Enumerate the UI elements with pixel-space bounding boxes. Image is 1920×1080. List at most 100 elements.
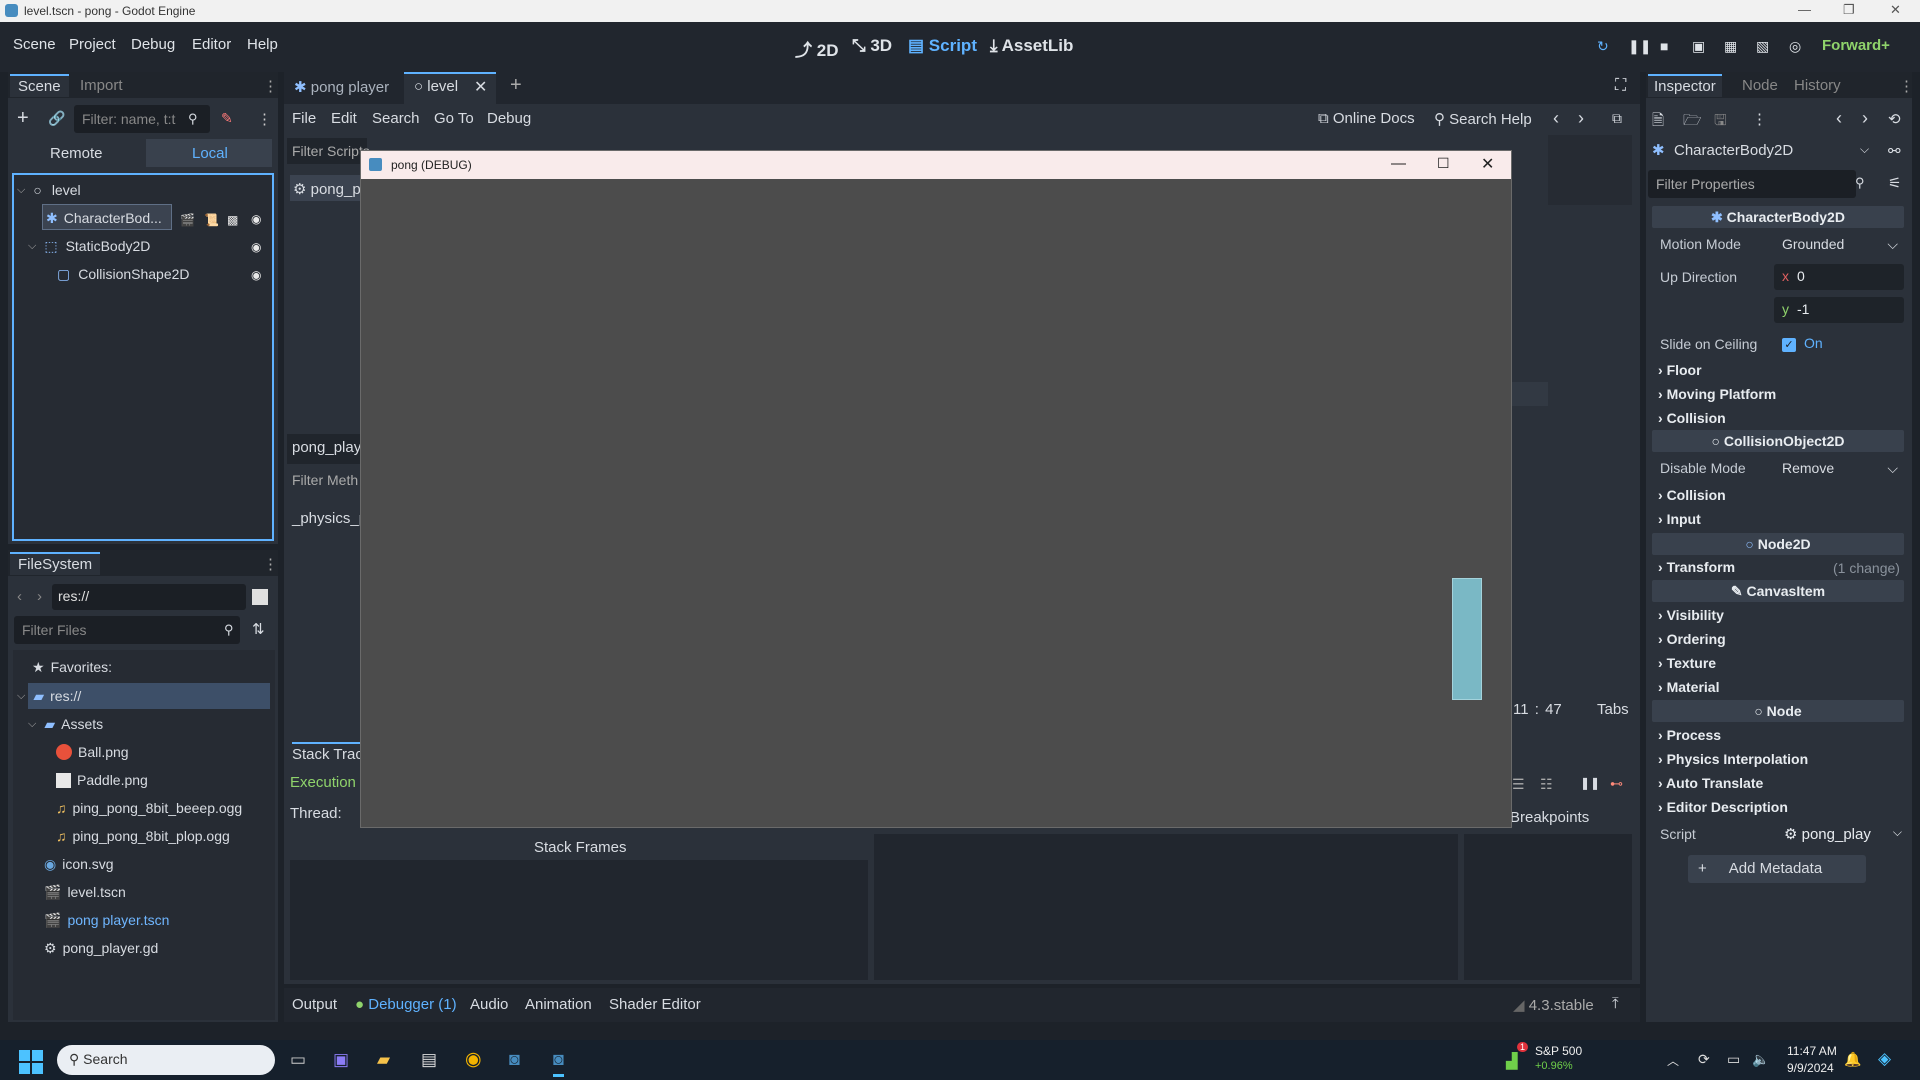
tab-inspector[interactable]: Inspector <box>1648 74 1722 97</box>
step-icon[interactable]: ☰ <box>1512 776 1525 793</box>
workspace-3d-button[interactable]: ⤡ 3D <box>852 36 892 56</box>
chevron-down-icon[interactable]: ⌵ <box>1860 142 1869 157</box>
method-item[interactable]: _physics_p <box>292 510 367 527</box>
step-over-icon[interactable]: ☷ <box>1540 776 1553 793</box>
attach-script-icon[interactable]: ✎ <box>221 110 233 127</box>
group-floor[interactable]: › Floor <box>1658 362 1702 378</box>
list-item-pong-player-gd[interactable]: ⚙ pong_player.gd <box>44 936 158 960</box>
godot-game-taskbar-icon[interactable]: ◙ <box>553 1049 564 1077</box>
workspace-script-button[interactable]: ▤ Script <box>908 36 977 56</box>
group-collision-2[interactable]: › Collision <box>1658 487 1726 503</box>
clock-date[interactable]: 9/9/2024 <box>1787 1061 1834 1075</box>
up-direction-x-field[interactable]: x0 <box>1774 264 1904 290</box>
list-item-res[interactable]: ⌵ ▰ res:// <box>17 684 81 708</box>
list-item-level[interactable]: 🎬 level.tscn <box>44 880 126 904</box>
group-process[interactable]: › Process <box>1658 727 1721 743</box>
property-tools-icon[interactable]: ⚟ <box>1888 174 1901 192</box>
minimap[interactable] <box>1548 135 1632 205</box>
pause-icon[interactable]: ❚❚ <box>1628 38 1651 55</box>
path-field[interactable]: res:// <box>52 584 246 610</box>
split-mode-icon[interactable] <box>252 589 268 605</box>
tray-chevron-icon[interactable]: ︿ <box>1667 1052 1679 1069</box>
list-item-audio-beeep[interactable]: ♫ ping_pong_8bit_beeep.ogg <box>56 796 242 820</box>
script-field[interactable]: ⚙ pong_play ⌵ <box>1780 822 1904 848</box>
menu-editor[interactable]: Editor <box>192 36 231 53</box>
tab-filesystem[interactable]: FileSystem <box>10 552 101 575</box>
group-physics-interpolation[interactable]: › Physics Interpolation <box>1658 751 1808 767</box>
clock-time[interactable]: 11:47 AM <box>1787 1044 1837 1058</box>
visibility-eye-icon[interactable]: ◉ <box>251 268 261 282</box>
visibility-eye-icon[interactable]: ◉ <box>251 240 261 254</box>
script-list-item[interactable]: ⚙ pong_p <box>293 180 361 198</box>
expand-chevron-icon[interactable]: ⌵ <box>17 690 25 703</box>
dock-menu-icon[interactable]: ⋮ <box>1899 77 1914 95</box>
tree-row-staticbody[interactable]: ⌵ ⬚ StaticBody2D <box>28 234 150 258</box>
list-item-assets[interactable]: ⌵ ▰ Assets <box>28 712 103 736</box>
tab-pong-player[interactable]: ✱ pong player <box>294 78 389 96</box>
sort-icon[interactable]: ⇅ <box>252 620 265 638</box>
tree-row-level[interactable]: ⌵ ○ level <box>17 178 81 202</box>
script-menu-goto[interactable]: Go To <box>434 110 474 127</box>
float-window-icon[interactable]: ⧉ <box>1612 110 1622 127</box>
dock-menu-icon[interactable]: ⋮ <box>263 77 278 95</box>
game-debug-window[interactable]: pong (DEBUG) — ☐ ✕ <box>360 150 1512 828</box>
history-back-icon[interactable]: ‹ <box>1836 108 1842 129</box>
search-help-button[interactable]: ⚲ Search Help <box>1434 110 1532 128</box>
disable-mode-select[interactable]: Remove ⌵ <box>1774 456 1904 482</box>
game-close-button[interactable]: ✕ <box>1481 154 1494 174</box>
file-explorer-icon[interactable]: ▰ <box>377 1050 390 1070</box>
minimize-button[interactable]: — <box>1798 2 1811 17</box>
indent-mode[interactable]: Tabs <box>1597 701 1629 718</box>
godot-taskbar-icon[interactable]: ◙ <box>509 1049 520 1070</box>
notification-bell-icon[interactable]: 🔔 <box>1844 1051 1861 1068</box>
teams-icon[interactable]: ▣ <box>333 1050 349 1070</box>
slide-on-ceiling-checkbox[interactable]: ✓ On <box>1782 335 1823 352</box>
script-menu-edit[interactable]: Edit <box>331 110 357 127</box>
group-editor-description[interactable]: › Editor Description <box>1658 799 1788 815</box>
menu-debug[interactable]: Debug <box>131 36 175 53</box>
save-resource-icon[interactable]: 🖫 <box>1714 110 1727 135</box>
pause-icon[interactable]: ❚❚ <box>1580 776 1600 790</box>
menu-project[interactable]: Project <box>69 36 116 53</box>
group-texture[interactable]: › Texture <box>1658 655 1716 671</box>
menu-help[interactable]: Help <box>247 36 278 53</box>
tab-import[interactable]: Import <box>80 77 123 94</box>
distraction-free-icon[interactable]: ⛶ <box>1615 77 1626 95</box>
tab-history[interactable]: History <box>1794 77 1841 94</box>
tab-shader-editor[interactable]: Shader Editor <box>609 996 701 1013</box>
scene-options-icon[interactable]: ⋮ <box>257 110 272 128</box>
maximize-button[interactable]: ❐ <box>1843 2 1855 18</box>
play-scene-icon[interactable]: ▦ <box>1724 38 1737 55</box>
script-menu-file[interactable]: File <box>292 110 316 127</box>
menu-scene[interactable]: Scene <box>13 36 56 53</box>
group-icon[interactable]: ▩ <box>227 213 238 227</box>
tab-node[interactable]: Node <box>1742 77 1778 94</box>
group-moving-platform[interactable]: › Moving Platform <box>1658 386 1776 402</box>
remote-debug-icon[interactable]: ▣ <box>1692 38 1705 55</box>
add-node-icon[interactable]: + <box>17 107 29 130</box>
group-material[interactable]: › Material <box>1658 679 1719 695</box>
stack-trace-tab[interactable]: Stack Trac <box>292 742 363 763</box>
history-forward-icon[interactable]: › <box>1862 108 1868 129</box>
script-attached-icon[interactable]: 📜 <box>204 213 219 227</box>
workspace-assetlib-button[interactable]: ⤓ AssetLib <box>990 36 1073 56</box>
expand-chevron-icon[interactable]: ⌵ <box>28 718 36 731</box>
online-docs-link[interactable]: ⧉ Online Docs <box>1318 110 1415 127</box>
filter-properties-input[interactable]: Filter Properties <box>1648 170 1856 198</box>
chrome-icon[interactable]: ◉ <box>465 1048 482 1071</box>
group-auto-translate[interactable]: › Auto Translate <box>1658 775 1763 791</box>
tree-row-collisionshape[interactable]: ▢ CollisionShape2D <box>57 262 190 286</box>
movie-maker-icon[interactable]: ◎ <box>1789 38 1801 55</box>
dock-menu-icon[interactable]: ⋮ <box>263 555 278 573</box>
group-transform[interactable]: › Transform <box>1658 559 1735 575</box>
copilot-icon[interactable]: ◈ <box>1878 1049 1891 1069</box>
new-resource-icon[interactable]: 🗎 <box>1652 110 1664 135</box>
list-item-pong-player[interactable]: 🎬 pong player.tscn <box>44 908 169 932</box>
add-tab-icon[interactable]: + <box>510 74 522 97</box>
group-ordering[interactable]: › Ordering <box>1658 631 1726 647</box>
volume-icon[interactable]: 🔈 <box>1752 1051 1769 1068</box>
network-icon[interactable]: ▭ <box>1727 1051 1740 1068</box>
reload-icon[interactable]: ↻ <box>1597 38 1609 55</box>
tab-level[interactable]: ○ level <box>414 78 458 95</box>
list-item-icon-svg[interactable]: ◉ icon.svg <box>44 852 114 876</box>
